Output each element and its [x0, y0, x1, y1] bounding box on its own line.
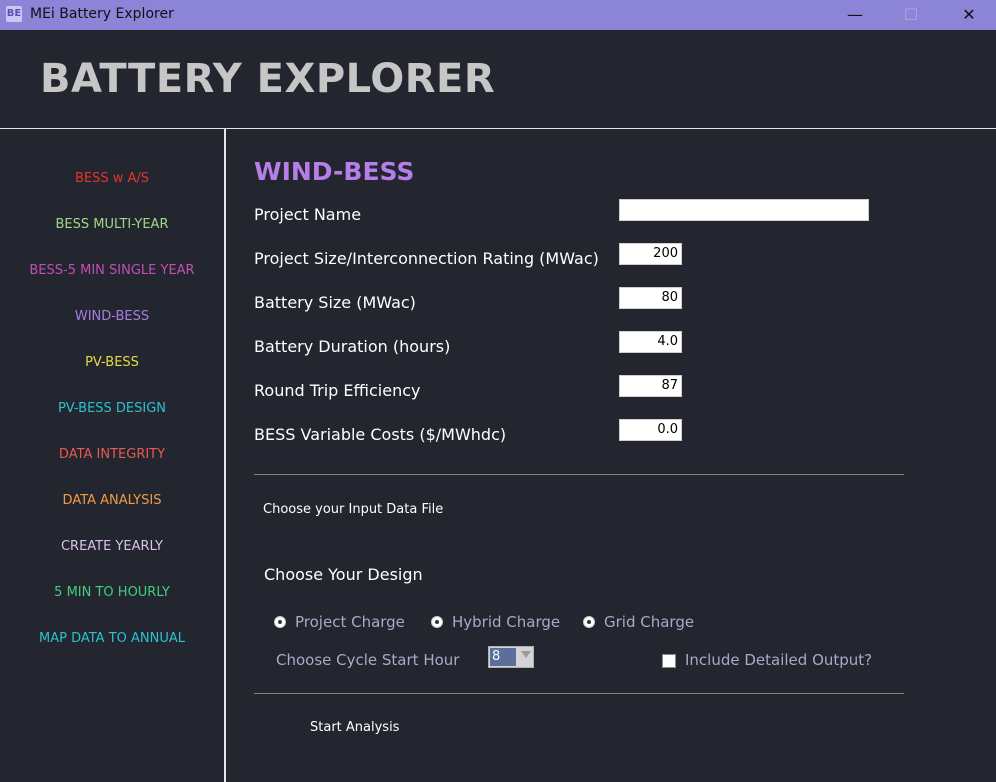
radio-icon[interactable] [583, 616, 595, 628]
choose-input-file-button[interactable]: Choose your Input Data File [263, 502, 443, 517]
sidebar-item-bess-multi-year[interactable]: BESS MULTI-YEAR [0, 217, 224, 232]
page-title: WIND-BESS [254, 157, 415, 186]
project-name-label: Project Name [254, 205, 362, 224]
battery-duration-input[interactable]: 4.0 [619, 331, 682, 353]
project-size-label: Project Size/Interconnection Rating (MWa… [254, 249, 599, 268]
window-title: MEi Battery Explorer [30, 6, 174, 22]
bess-variable-costs-label: BESS Variable Costs ($/MWhdc) [254, 425, 507, 444]
app-title: BATTERY EXPLORER [40, 56, 496, 102]
cycle-start-hour-select[interactable]: 8 [488, 646, 534, 668]
sidebar-item-wind-bess[interactable]: WIND-BESS [0, 309, 224, 324]
cycle-start-hour-label: Choose Cycle Start Hour [276, 651, 460, 669]
sidebar-item-data-analysis[interactable]: DATA ANALYSIS [0, 493, 224, 508]
battery-size-label: Battery Size (MWac) [254, 293, 416, 312]
radio-project-charge-label: Project Charge [295, 613, 405, 631]
battery-duration-label: Battery Duration (hours) [254, 337, 451, 356]
divider-top [254, 474, 904, 475]
bess-variable-costs-input[interactable]: 0.0 [619, 419, 682, 441]
app-header: BATTERY EXPLORER [0, 30, 996, 129]
sidebar-item-5min-to-hourly[interactable]: 5 MIN TO HOURLY [0, 585, 224, 600]
radio-grid-charge-label: Grid Charge [604, 613, 695, 631]
close-button[interactable]: ✕ [946, 0, 992, 30]
sidebar-item-data-integrity[interactable]: DATA INTEGRITY [0, 447, 224, 462]
start-analysis-button[interactable]: Start Analysis [310, 720, 399, 735]
design-section-label: Choose Your Design [264, 565, 423, 584]
minimize-button[interactable]: — [832, 0, 878, 30]
main-panel: WIND-BESS Project Name Project Size/Inte… [226, 129, 996, 782]
round-trip-efficiency-input[interactable]: 87 [619, 375, 682, 397]
project-name-input[interactable] [619, 199, 869, 221]
app-logo-icon: BE [6, 6, 22, 22]
sidebar-item-bess-as[interactable]: BESS w A/S [0, 171, 224, 186]
maximize-button[interactable]: ☐ [888, 0, 934, 30]
sidebar-item-bess-5min[interactable]: BESS-5 MIN SINGLE YEAR [0, 263, 224, 278]
radio-hybrid-charge-label: Hybrid Charge [452, 613, 561, 631]
title-bar: BE MEi Battery Explorer — ☐ ✕ [0, 0, 996, 30]
round-trip-efficiency-label: Round Trip Efficiency [254, 381, 421, 400]
sidebar-item-map-data-annual[interactable]: MAP DATA TO ANNUAL [0, 631, 224, 646]
detailed-output-label: Include Detailed Output? [685, 651, 873, 669]
sidebar-item-create-yearly[interactable]: CREATE YEARLY [0, 539, 224, 554]
project-size-input[interactable]: 200 [619, 243, 682, 265]
radio-checked-icon[interactable] [274, 616, 286, 628]
sidebar-nav: BESS w A/S BESS MULTI-YEAR BESS-5 MIN SI… [0, 129, 226, 782]
sidebar-item-pv-bess[interactable]: PV-BESS [0, 355, 224, 370]
chevron-down-icon[interactable] [521, 651, 531, 658]
radio-icon[interactable] [431, 616, 443, 628]
sidebar-item-pv-bess-design[interactable]: PV-BESS DESIGN [0, 401, 224, 416]
divider-bottom [254, 693, 904, 694]
cycle-start-hour-value: 8 [490, 648, 516, 666]
detailed-output-checkbox[interactable] [662, 654, 676, 668]
battery-size-input[interactable]: 80 [619, 287, 682, 309]
